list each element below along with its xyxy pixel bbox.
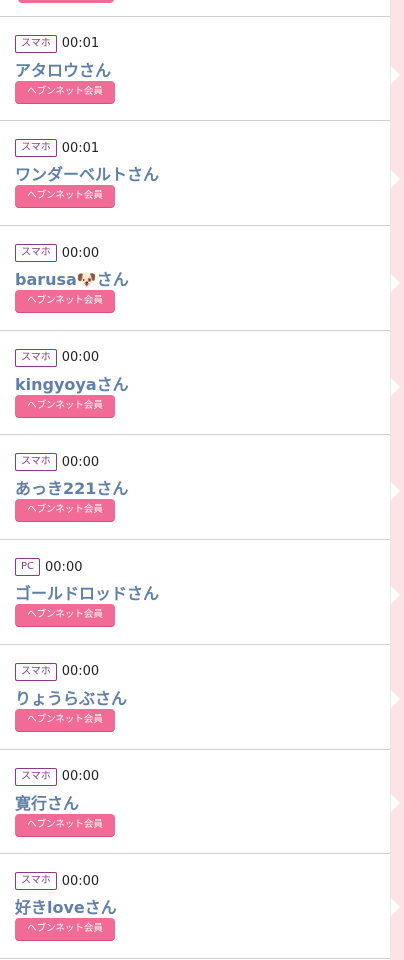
visitor-name[interactable]: りょうらぶさん [15,685,127,709]
visit-meta: スマホ 00:00 [15,348,100,367]
visit-meta: スマホ 00:01 [15,139,100,158]
visitor-row: PC 00:00 ゴールドロッドさん ヘブンネット会員 [0,540,390,645]
device-badge: スマホ [15,872,57,891]
visitor-row: スマホ 00:00 りょうらぶさん ヘブンネット会員 [0,645,390,750]
visit-time: 00:00 [61,245,100,261]
chevron-right-icon [391,586,400,604]
chevron-right-icon [391,170,400,188]
visit-time: 00:00 [45,559,83,575]
visitor-row: スマホ 00:00 kingyoyaさん ヘブンネット会員 [0,331,390,436]
heaven-net-member-button[interactable]: ヘブンネット会員 [15,708,115,731]
visit-time: 00:01 [61,36,100,52]
visit-meta: PC 00:00 [15,558,83,577]
visit-meta: スマホ 00:01 [15,34,100,53]
decorative-side-strip [390,0,404,960]
visit-time: 00:01 [61,140,100,156]
device-badge: スマホ [15,662,57,681]
visitor-list-page: スマホ 00:01 アタロウさん ヘブンネット会員 スマホ 00:01 ワンダー… [0,0,404,960]
heaven-net-member-button[interactable]: ヘブンネット会員 [15,394,115,417]
visitor-row: スマホ 00:01 アタロウさん ヘブンネット会員 [0,17,390,122]
chevron-right-icon [391,378,400,396]
visitor-name[interactable]: 好きloveさん [15,894,117,918]
visit-time: 00:00 [61,664,100,680]
visit-meta: スマホ 00:00 [15,872,100,891]
heaven-net-member-button[interactable]: ヘブンネット会員 [15,80,115,103]
visitor-name[interactable]: ワンダーベルトさん [15,161,159,185]
visitor-name[interactable]: あっき221さん [15,475,128,499]
visitor-row: スマホ 00:00 寛行さん ヘブンネット会員 [0,750,390,855]
visitor-name[interactable]: 寛行さん [15,790,79,814]
heaven-net-member-button[interactable]: ヘブンネット会員 [15,290,115,313]
device-badge: PC [15,558,41,577]
visit-time: 00:00 [61,769,100,784]
device-badge: スマホ [15,244,57,263]
visit-time: 00:00 [61,454,100,470]
device-badge: スマホ [15,139,57,158]
visitor-row-top-partial [0,0,390,17]
heaven-net-member-button[interactable]: ヘブンネット会員 [15,499,115,522]
visitor-row: スマホ 00:00 barusa🐶さん ヘブンネット会員 [0,226,390,331]
heaven-net-member-button[interactable]: ヘブンネット会員 [15,813,115,836]
chevron-right-icon [391,66,400,84]
chevron-right-icon [391,898,400,916]
visit-meta: スマホ 00:00 [15,244,100,263]
visitor-name[interactable]: アタロウさん [15,57,111,81]
device-badge: スマホ [15,34,57,53]
visit-meta: スマホ 00:00 [15,662,100,681]
chevron-right-icon [391,690,400,708]
visit-meta: スマホ 00:00 [15,767,100,786]
visitor-name[interactable]: barusa🐶さん [15,266,129,290]
visit-meta: スマホ 00:00 [15,453,100,472]
visitor-name[interactable]: ゴールドロッドさん [15,580,159,604]
heaven-net-member-button[interactable]: ヘブンネット会員 [15,918,115,941]
chevron-right-icon [391,794,400,812]
visitor-list: スマホ 00:01 アタロウさん ヘブンネット会員 スマホ 00:01 ワンダー… [0,0,390,959]
visitor-row: スマホ 00:00 好きloveさん ヘブンネット会員 [0,854,390,959]
visit-time: 00:00 [61,350,100,366]
visitor-row: スマホ 00:00 あっき221さん ヘブンネット会員 [0,435,390,541]
device-badge: スマホ [15,767,57,786]
visitor-name[interactable]: kingyoyaさん [15,371,129,395]
visitor-row: スマホ 00:01 ワンダーベルトさん ヘブンネット会員 [0,121,390,227]
chevron-right-icon [391,274,400,292]
device-badge: スマホ [15,348,57,367]
heaven-net-member-button[interactable]: ヘブンネット会員 [15,185,115,208]
visit-time: 00:00 [61,873,100,889]
device-badge: スマホ [15,453,57,472]
heaven-net-member-button[interactable]: ヘブンネット会員 [15,604,115,627]
chevron-right-icon [391,482,400,500]
